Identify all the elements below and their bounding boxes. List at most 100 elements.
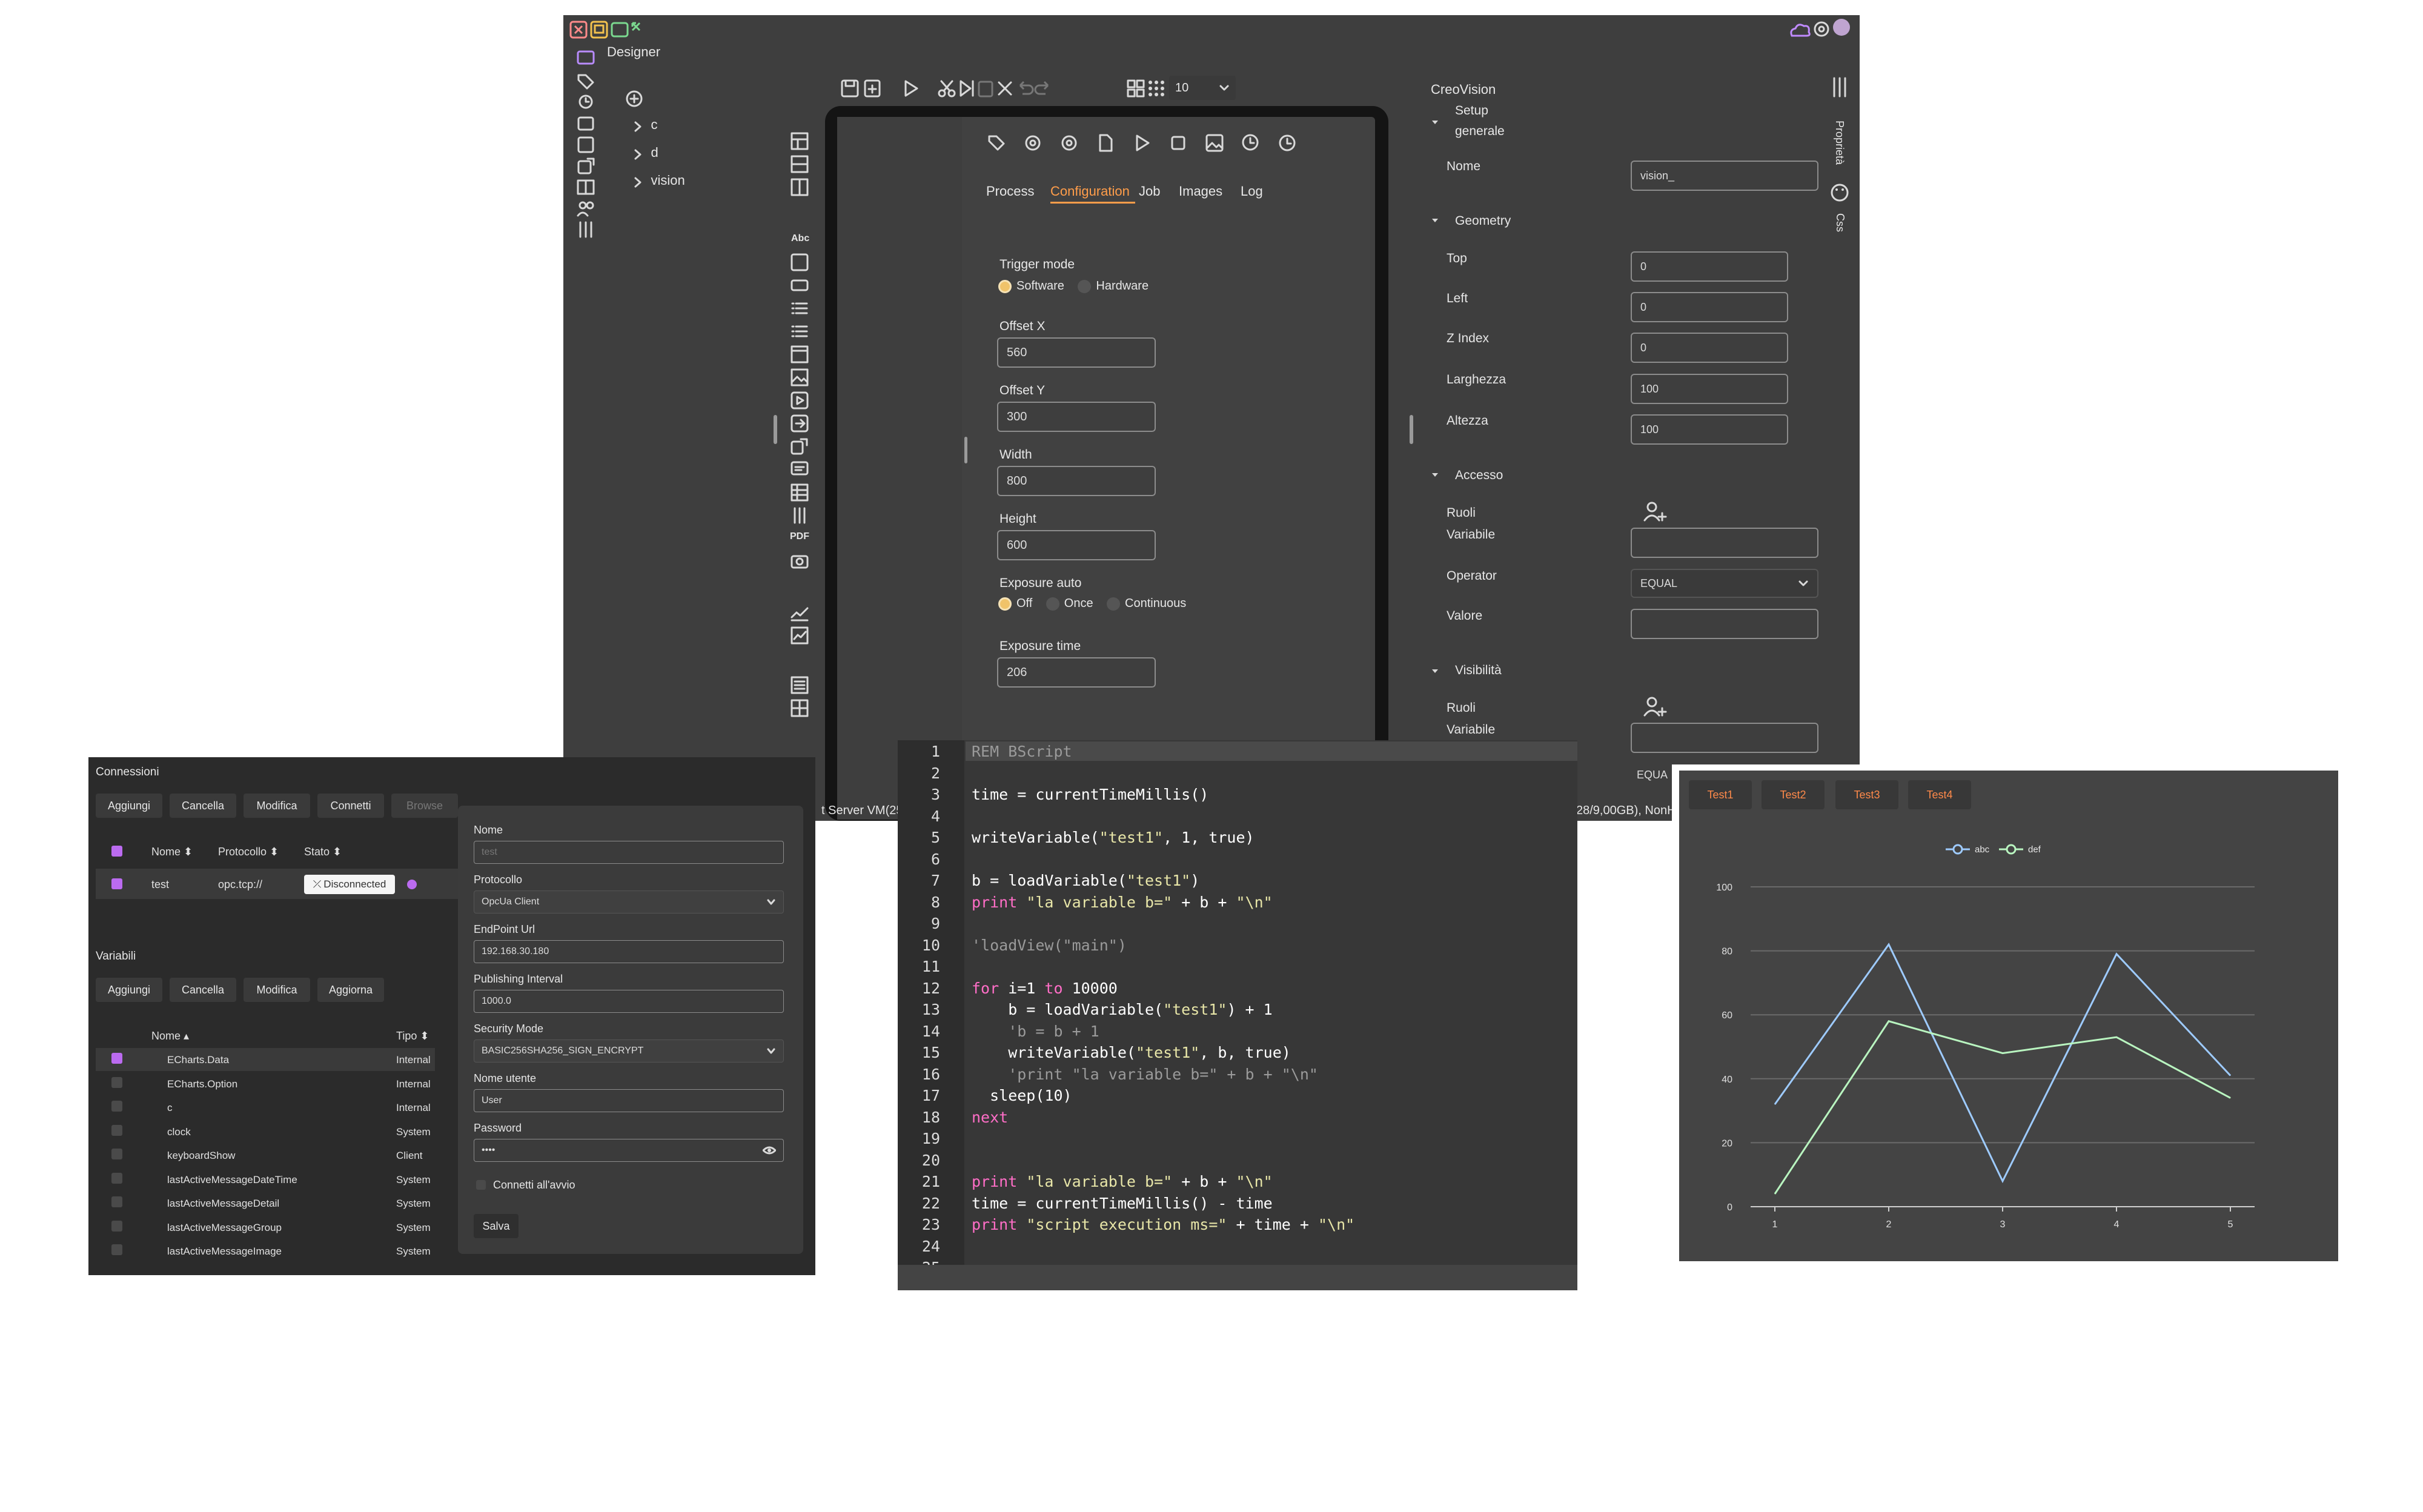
window-controls[interactable]	[569, 20, 642, 41]
gear-icon[interactable]	[1811, 19, 1832, 39]
col-protocollo[interactable]: Protocollo ⬍	[218, 846, 279, 858]
form-icon[interactable]	[790, 675, 809, 695]
alarm-icon[interactable]	[575, 92, 596, 110]
tab-log[interactable]: Log	[1241, 184, 1263, 199]
right-splitter[interactable]	[1410, 415, 1413, 444]
var-col-tipo[interactable]: Tipo ⬍	[396, 1030, 429, 1043]
caret-down-icon[interactable]	[1431, 471, 1439, 479]
controls-icon[interactable]	[790, 506, 809, 525]
trend-icon[interactable]	[790, 603, 809, 622]
tree-item-c[interactable]: c	[631, 117, 657, 133]
dialog-publishing-input[interactable]: 1000.0	[474, 990, 784, 1013]
pdf-icon[interactable]: PDF	[790, 531, 809, 542]
dots-grid-icon[interactable]	[1146, 78, 1167, 99]
export-icon[interactable]	[575, 156, 596, 174]
dialog-password-input[interactable]: ••••	[474, 1139, 784, 1162]
tab-job[interactable]: Job	[1139, 184, 1160, 199]
chart-icon[interactable]	[790, 626, 809, 645]
radio-continuous[interactable]	[1107, 597, 1121, 611]
add-variable-button[interactable]: Aggiungi	[96, 978, 162, 1002]
grid-size-select[interactable]: 10	[1169, 76, 1236, 100]
altezza-input[interactable]: 100	[1631, 414, 1788, 445]
tag-icon[interactable]	[986, 133, 1007, 153]
eye-icon[interactable]	[763, 1146, 776, 1155]
add-user-icon[interactable]	[1643, 500, 1667, 524]
sliders-icon[interactable]	[575, 220, 596, 238]
rows-icon[interactable]	[790, 154, 809, 174]
canvas-area[interactable]: Process Configuration Job Images Log Tri…	[837, 117, 1375, 820]
tab-test3[interactable]: Test3	[1835, 780, 1898, 809]
save-button[interactable]: Salva	[474, 1214, 519, 1238]
nome-input[interactable]: vision_	[1631, 161, 1818, 191]
tab-configuration[interactable]: Configuration	[1050, 184, 1130, 199]
dialog-security-select[interactable]: BASIC256SHA256_SIGN_ENCRYPT	[474, 1040, 784, 1063]
connect-button[interactable]: Connetti	[317, 794, 384, 818]
offset-x-input[interactable]: 560	[997, 337, 1156, 368]
tab-test4[interactable]: Test4	[1908, 780, 1971, 809]
caret-down-icon[interactable]	[1431, 667, 1439, 675]
properties-sliders-icon[interactable]	[1829, 76, 1850, 100]
image-icon[interactable]	[1204, 133, 1225, 153]
variable-row[interactable]	[96, 1120, 435, 1143]
side-tab-proprieta[interactable]: Proprietà	[1834, 120, 1846, 164]
note-icon[interactable]	[575, 135, 596, 153]
history-icon[interactable]	[1277, 133, 1298, 153]
editor-scrollbar[interactable]	[898, 1265, 1577, 1290]
edit-variable-button[interactable]: Modifica	[244, 978, 310, 1002]
exposure-time-input[interactable]: 206	[997, 657, 1156, 688]
side-tab-css[interactable]: Css	[1834, 213, 1846, 232]
settings-icon[interactable]	[1023, 133, 1043, 153]
caret-down-icon[interactable]	[1431, 216, 1439, 225]
undo-icon[interactable]	[1014, 78, 1035, 99]
picture-icon[interactable]	[790, 368, 809, 387]
users-icon[interactable]	[575, 199, 596, 217]
redo-icon[interactable]	[1033, 78, 1054, 99]
variable-checkbox[interactable]	[111, 1149, 122, 1159]
width-input[interactable]: 800	[997, 466, 1156, 496]
variable-checkbox[interactable]	[111, 1053, 122, 1064]
paste-icon[interactable]	[975, 78, 996, 99]
step-icon[interactable]	[956, 78, 976, 99]
variable-checkbox[interactable]	[111, 1101, 122, 1112]
add-user-icon[interactable]	[1643, 695, 1667, 719]
input-icon[interactable]	[790, 276, 809, 295]
valore-input[interactable]	[1631, 609, 1818, 639]
var-col-nome[interactable]: Nome ▴	[151, 1030, 189, 1043]
list-icon[interactable]	[790, 299, 809, 318]
browse-button[interactable]: Browse	[391, 794, 458, 818]
layout-icon[interactable]	[790, 131, 809, 151]
variabile2-input[interactable]	[1631, 723, 1818, 753]
dialog-protocollo-select[interactable]: OpcUa Client	[474, 890, 784, 913]
image-widget-icon[interactable]	[790, 253, 809, 272]
timer-icon[interactable]	[1241, 133, 1261, 153]
dialog-endpoint-input[interactable]: 192.168.30.180	[474, 940, 784, 963]
tree-item-vision[interactable]: vision	[631, 173, 685, 189]
panel-icon[interactable]	[790, 345, 809, 364]
book-icon[interactable]	[575, 177, 596, 196]
avatar[interactable]	[1833, 19, 1850, 36]
variable-row[interactable]	[96, 1096, 435, 1119]
file-icon[interactable]	[1095, 133, 1116, 153]
code-editor[interactable]: 1234567891011121314151617181920212223242…	[898, 740, 1577, 1290]
dialog-user-input[interactable]: User	[474, 1089, 784, 1112]
col-nome[interactable]: Nome ⬍	[151, 846, 193, 858]
text-icon[interactable]: Abc	[791, 233, 809, 244]
line-chart[interactable]: 0 20 40 60 80 100 1 2 3 4 5 abc def	[1679, 813, 2338, 1261]
tab-process[interactable]: Process	[986, 184, 1034, 199]
add-icon[interactable]	[625, 90, 643, 108]
tag-icon[interactable]	[575, 71, 596, 90]
larghezza-input[interactable]: 100	[1631, 374, 1788, 404]
palette-icon[interactable]	[1829, 182, 1850, 203]
col-stato[interactable]: Stato ⬍	[304, 846, 342, 858]
settings-alt-icon[interactable]	[1059, 133, 1079, 153]
import-icon[interactable]	[790, 414, 809, 433]
variable-checkbox[interactable]	[111, 1076, 122, 1088]
radio-off[interactable]	[998, 597, 1012, 611]
zindex-input[interactable]: 0	[1631, 333, 1788, 363]
variable-checkbox[interactable]	[111, 1220, 122, 1232]
variable-row[interactable]	[96, 1144, 435, 1167]
delete-icon[interactable]	[995, 78, 1015, 99]
chat-icon[interactable]	[790, 460, 809, 479]
radio-once[interactable]	[1046, 597, 1059, 611]
variable-checkbox[interactable]	[111, 1244, 122, 1255]
